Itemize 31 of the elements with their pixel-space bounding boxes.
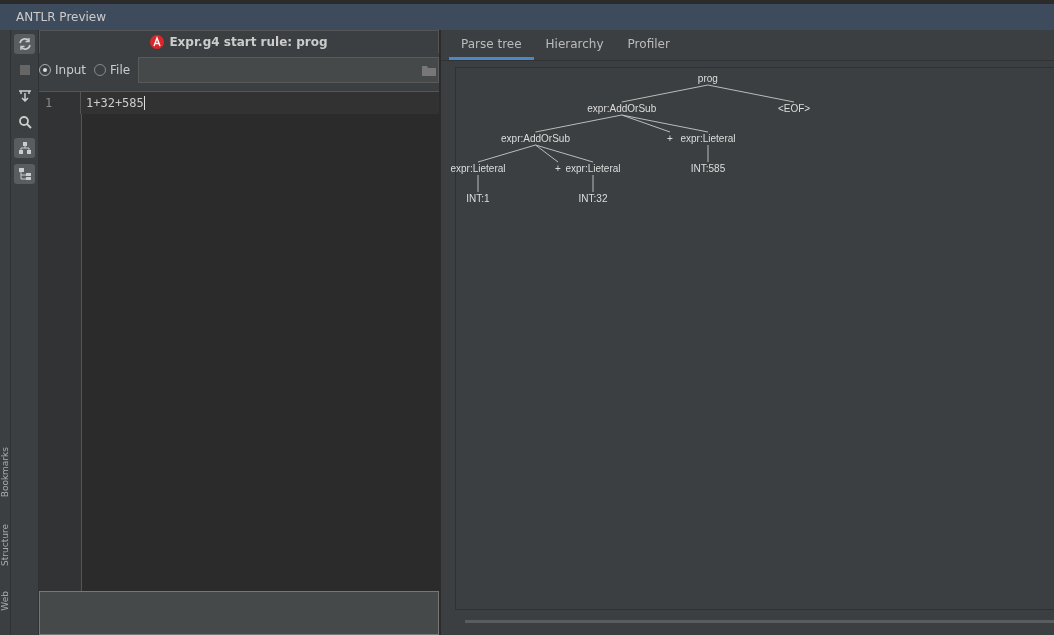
tree-icon[interactable] xyxy=(14,138,35,158)
tab[interactable]: Parse tree xyxy=(449,30,534,60)
side-tab[interactable]: Structure xyxy=(0,523,10,566)
node-label: INT:585 xyxy=(690,163,726,174)
radio-label[interactable]: Input xyxy=(55,63,87,77)
node-label: INT:32 xyxy=(578,193,608,204)
radio-label[interactable]: File xyxy=(110,63,131,77)
node-label: expr:Lieteral xyxy=(680,133,736,144)
tree-edge xyxy=(477,174,479,193)
node-label: <EOF> xyxy=(777,103,811,114)
node-label: + xyxy=(667,133,673,144)
side-tab[interactable]: Web xyxy=(0,591,10,611)
hierarchy-icon[interactable] xyxy=(14,164,35,184)
tree-edge xyxy=(592,174,594,193)
node-label: expr:AddOrSub xyxy=(501,133,570,144)
grammar-title: Expr.g4 start rule: prog xyxy=(169,35,328,49)
window-title: ANTLR Preview xyxy=(0,4,1054,30)
code-line[interactable]: 1+32+585 xyxy=(81,96,145,110)
node-label: INT:1 xyxy=(466,193,490,204)
node-label: expr:AddOrSub xyxy=(587,103,657,114)
error-icon xyxy=(150,35,165,49)
tab[interactable]: Hierarchy xyxy=(533,30,616,60)
node-label: + xyxy=(555,163,561,174)
side-tab[interactable]: Bookmarks xyxy=(0,447,10,498)
file-path-field[interactable] xyxy=(138,57,439,83)
tree-edge xyxy=(707,144,709,163)
node-label: expr:Lieteral xyxy=(450,163,506,174)
tab[interactable]: Profiler xyxy=(615,30,682,60)
node-label: expr:Lieteral xyxy=(565,163,621,174)
refresh-icon[interactable] xyxy=(14,34,35,54)
node-label: prog xyxy=(697,73,718,84)
